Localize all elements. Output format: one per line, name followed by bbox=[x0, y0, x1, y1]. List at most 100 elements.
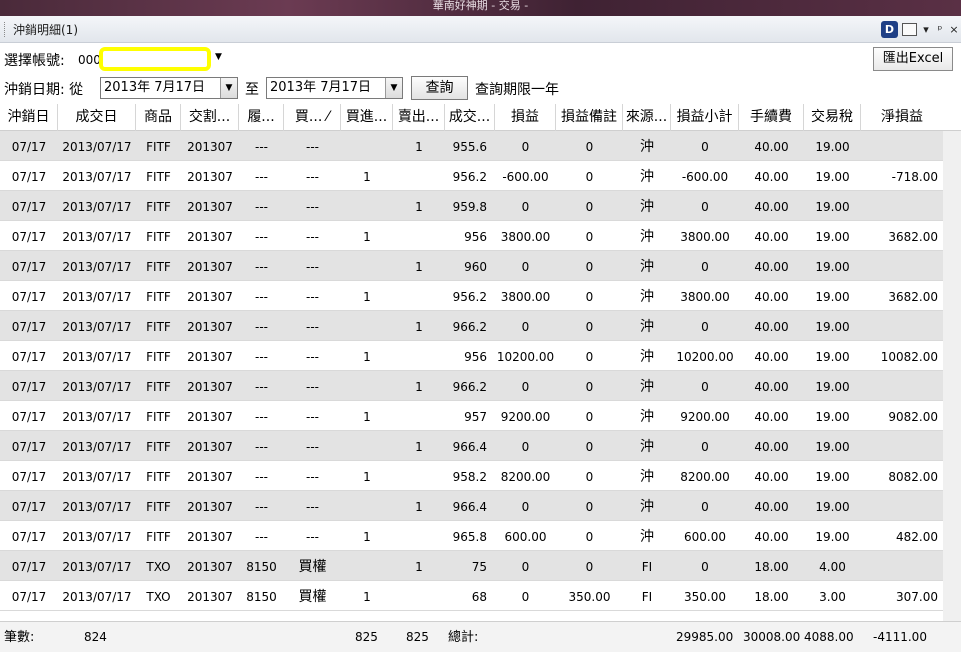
cell-price: 966.4 bbox=[452, 440, 487, 454]
col-pnl-subtotal[interactable]: 損益小計 bbox=[671, 104, 739, 131]
cell-strike: 8150 bbox=[246, 590, 277, 604]
cell-fee: 40.00 bbox=[754, 470, 789, 484]
cell-price: 966.4 bbox=[452, 500, 487, 514]
cell-pnl-note: 0 bbox=[585, 260, 594, 274]
cell-price: 956 bbox=[464, 350, 487, 364]
cell-sell: 1 bbox=[415, 140, 423, 154]
window-icon[interactable] bbox=[902, 23, 917, 36]
table-row[interactable]: 07/17 2013/07/17 FITF 201307 --- --- 1 956.2 -60… bbox=[0, 161, 943, 191]
table-row[interactable]: 07/17 2013/07/17 FITF 201307 --- --- 1 956.2 380… bbox=[0, 281, 943, 311]
cell-buy: 1 bbox=[363, 410, 371, 424]
cell-pnl: 0 bbox=[521, 200, 530, 214]
table-row[interactable]: 07/17 2013/07/17 FITF 201307 --- --- 1 958.2 820… bbox=[0, 461, 943, 491]
cell-product: FITF bbox=[146, 290, 171, 304]
col-strike[interactable]: 履... bbox=[239, 104, 284, 131]
cell-trade-date: 2013/07/17 bbox=[62, 320, 132, 334]
cell-net-pnl: -718.00 bbox=[891, 170, 938, 184]
table-row[interactable]: 07/17 2013/07/17 FITF 201307 --- --- 1 966.2 0 0 沖… bbox=[0, 311, 943, 341]
table-row[interactable]: 07/17 2013/07/17 FITF 201307 --- --- 1 966.4 0 0 沖… bbox=[0, 431, 943, 461]
table-row[interactable]: 07/17 2013/07/17 FITF 201307 --- --- 1 955.6 0 0 沖… bbox=[0, 131, 943, 161]
col-buy[interactable]: 買進... bbox=[341, 104, 393, 131]
table-row[interactable]: 07/17 2013/07/17 FITF 201307 --- --- 1 959.8 0 0 沖… bbox=[0, 191, 943, 221]
d-badge-icon[interactable]: D bbox=[881, 21, 898, 38]
cell-strike: --- bbox=[255, 200, 268, 214]
cell-sell: 1 bbox=[415, 200, 423, 214]
vertical-scrollbar[interactable] bbox=[943, 131, 961, 621]
cell-net-pnl: 3682.00 bbox=[888, 230, 938, 244]
cell-price: 956.2 bbox=[452, 170, 487, 184]
cell-source: 沖 bbox=[640, 319, 654, 335]
col-tax[interactable]: 交易稅 bbox=[804, 104, 861, 131]
table-row[interactable]: 07/17 2013/07/17 FITF 201307 --- --- 1 956 10200… bbox=[0, 341, 943, 371]
cell-offset-date: 07/17 bbox=[11, 530, 47, 544]
table-row[interactable]: 07/17 2013/07/17 FITF 201307 --- --- 1 966.2 0 0 沖… bbox=[0, 371, 943, 401]
table-row[interactable]: 07/17 2013/07/17 FITF 201307 --- --- 1 960 0 0 沖 0 4… bbox=[0, 251, 943, 281]
cell-net-pnl: 482.00 bbox=[896, 530, 938, 544]
export-excel-button[interactable]: 匯出Excel bbox=[873, 47, 953, 71]
col-pnl[interactable]: 損益 bbox=[495, 104, 556, 131]
cell-delivery: 201307 bbox=[187, 590, 233, 604]
cell-delivery: 201307 bbox=[187, 560, 233, 574]
col-offset-date[interactable]: 沖銷日 bbox=[0, 104, 58, 131]
table-header: 沖銷日 成交日 商品 交割... 履... 買... ⁄ 買進... 賣出...… bbox=[0, 104, 961, 131]
cell-pnl-subtotal: 0 bbox=[701, 260, 709, 274]
date-to-picker[interactable]: 2013年 7月17日 ▼ bbox=[266, 77, 403, 99]
cell-offset-date: 07/17 bbox=[11, 560, 47, 574]
cell-strike: --- bbox=[255, 260, 268, 274]
cell-buy: 1 bbox=[363, 590, 371, 604]
table-row[interactable]: 07/17 2013/07/17 FITF 201307 --- --- 1 966.4 0 0 沖… bbox=[0, 491, 943, 521]
cell-tax: 19.00 bbox=[815, 200, 850, 214]
col-source[interactable]: 來源... bbox=[623, 104, 671, 131]
close-icon[interactable]: × bbox=[949, 23, 959, 36]
cell-pnl: 0 bbox=[521, 560, 530, 574]
cell-buy: 1 bbox=[363, 230, 371, 244]
table-row[interactable]: 07/17 2013/07/17 TXO 201307 8150 買權 1 75 0 0 FI 0 18… bbox=[0, 551, 943, 581]
col-sell[interactable]: 賣出... bbox=[393, 104, 445, 131]
col-delivery[interactable]: 交割... bbox=[181, 104, 239, 131]
col-pnl-note[interactable]: 損益備註 bbox=[556, 104, 623, 131]
cell-fee: 40.00 bbox=[754, 200, 789, 214]
cell-net-pnl bbox=[861, 551, 938, 580]
pin-icon[interactable]: ᵖ bbox=[935, 23, 945, 36]
cell-sell bbox=[393, 581, 445, 610]
cell-pnl-note: 350.00 bbox=[568, 590, 611, 604]
cell-sell bbox=[393, 341, 445, 370]
app-title-strip: 華南好神期 - 交易 - bbox=[0, 0, 961, 16]
count-value: 824 bbox=[84, 630, 107, 644]
table-row[interactable]: 07/17 2013/07/17 FITF 201307 --- --- 1 957 9200.… bbox=[0, 401, 943, 431]
dropdown-arrow-icon[interactable]: ▾ bbox=[921, 23, 931, 36]
date-from-picker[interactable]: 2013年 7月17日 ▼ bbox=[100, 77, 238, 99]
col-callput[interactable]: 買... ⁄ bbox=[284, 104, 341, 131]
cell-delivery: 201307 bbox=[187, 350, 233, 364]
table-row[interactable]: 07/17 2013/07/17 FITF 201307 --- --- 1 965.8 600… bbox=[0, 521, 943, 551]
cell-offset-date: 07/17 bbox=[11, 590, 47, 604]
cell-pnl: 9200.00 bbox=[500, 410, 551, 424]
cell-trade-date: 2013/07/17 bbox=[62, 530, 132, 544]
cell-strike: --- bbox=[255, 170, 268, 184]
cell-pnl-note: 0 bbox=[585, 380, 594, 394]
table-row[interactable]: 07/17 2013/07/17 FITF 201307 --- --- 1 956 3800.… bbox=[0, 221, 943, 251]
cell-fee: 18.00 bbox=[754, 560, 789, 574]
cell-callput: --- bbox=[306, 440, 319, 454]
account-select[interactable] bbox=[99, 47, 211, 71]
col-product[interactable]: 商品 bbox=[136, 104, 181, 131]
col-fee[interactable]: 手續費 bbox=[739, 104, 804, 131]
col-price[interactable]: 成交... bbox=[445, 104, 495, 131]
cell-strike: --- bbox=[255, 440, 268, 454]
col-net-pnl[interactable]: 淨損益 bbox=[861, 104, 943, 131]
cell-source: 沖 bbox=[640, 529, 654, 545]
date-from-dropdown-icon[interactable]: ▼ bbox=[220, 78, 237, 98]
cell-price: 966.2 bbox=[452, 380, 487, 394]
drag-grip-icon[interactable] bbox=[4, 22, 7, 37]
col-trade-date[interactable]: 成交日 bbox=[58, 104, 136, 131]
cell-net-pnl bbox=[861, 251, 938, 280]
cell-pnl-note: 0 bbox=[585, 410, 594, 424]
date-to-dropdown-icon[interactable]: ▼ bbox=[385, 78, 402, 98]
cell-product: TXO bbox=[146, 590, 171, 604]
cell-callput: --- bbox=[306, 320, 319, 334]
table-row[interactable]: 07/17 2013/07/17 TXO 201307 8150 買權 1 68 0 350.00… bbox=[0, 581, 943, 611]
query-button[interactable]: 查詢 bbox=[411, 76, 468, 100]
account-dropdown-icon[interactable]: ▼ bbox=[215, 52, 222, 62]
cell-trade-date: 2013/07/17 bbox=[62, 380, 132, 394]
cell-net-pnl bbox=[861, 371, 938, 400]
